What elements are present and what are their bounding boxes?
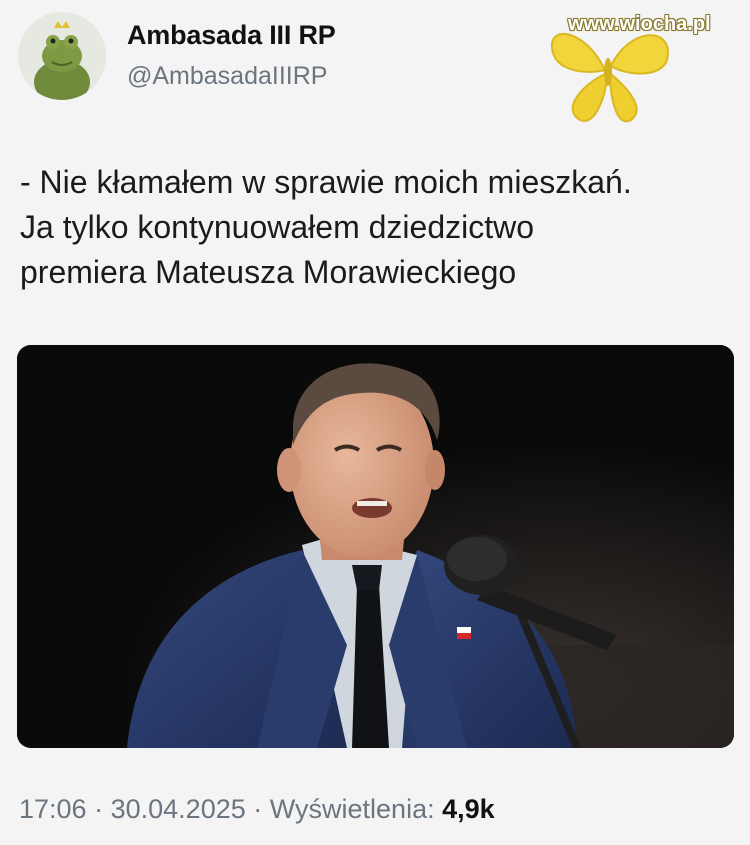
tweet-time[interactable]: 17:06 bbox=[19, 794, 87, 824]
tweet-date[interactable]: 30.04.2025 bbox=[111, 794, 246, 824]
watermark-text: www.wiocha.pl bbox=[568, 13, 711, 35]
meta-separator: · bbox=[94, 794, 104, 824]
tweet-meta: 17:06 · 30.04.2025 · Wyświetlenia: 4,9k bbox=[19, 794, 495, 825]
views-label: Wyświetlenia: bbox=[269, 794, 435, 824]
tweet-text-line: premiera Mateusza Morawieckiego bbox=[20, 254, 517, 290]
meta-separator: · bbox=[253, 794, 263, 824]
tweet-photo[interactable] bbox=[17, 345, 734, 748]
views-count: 4,9k bbox=[442, 794, 495, 824]
frog-plush-avatar-icon bbox=[18, 12, 106, 100]
avatar[interactable] bbox=[18, 12, 106, 100]
tweet-text-line: Ja tylko kontynuowałem dziedzictwo bbox=[20, 209, 535, 245]
speaker-photo bbox=[17, 345, 734, 748]
user-handle[interactable]: @AmbasadaIIIRP bbox=[127, 62, 327, 91]
tweet-text: - Nie kłamałem w sprawie moich mieszkań.… bbox=[20, 160, 735, 295]
display-name[interactable]: Ambasada III RP bbox=[127, 20, 336, 51]
tweet-text-line: - Nie kłamałem w sprawie moich mieszkań. bbox=[20, 164, 632, 200]
